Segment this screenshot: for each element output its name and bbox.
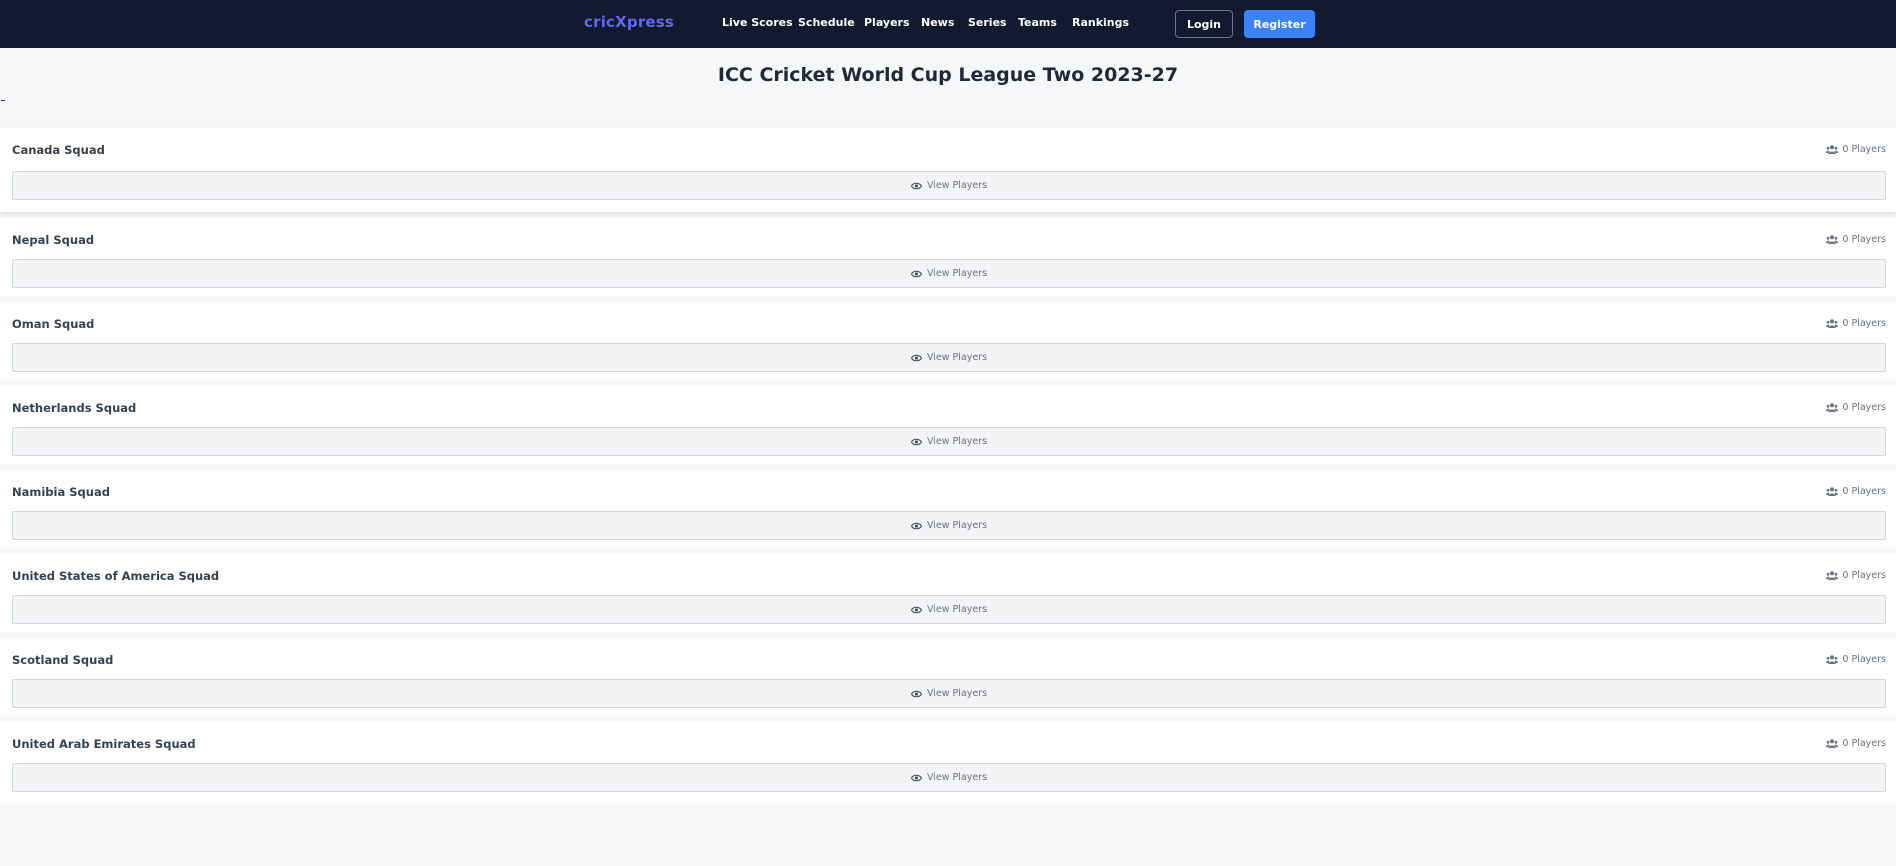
eye-icon — [910, 606, 922, 614]
page-title: ICC Cricket World Cup League Two 2023-27 — [717, 64, 1179, 86]
view-players-button[interactable]: View Players — [12, 679, 1886, 708]
player-count-label: 0 Players — [1842, 234, 1886, 245]
eye-icon — [910, 438, 922, 446]
player-count-label: 0 Players — [1842, 654, 1886, 665]
eye-icon — [910, 774, 922, 782]
player-count-label: 0 Players — [1842, 738, 1886, 749]
player-count: 0 Players — [1826, 570, 1886, 581]
squad-name: United States of America Squad — [12, 569, 220, 583]
users-icon — [1826, 655, 1839, 664]
users-icon — [1826, 571, 1839, 580]
player-count-label: 0 Players — [1842, 570, 1886, 581]
view-players-label: View Players — [926, 772, 988, 783]
view-players-button[interactable]: View Players — [12, 343, 1886, 372]
divider-mark — [1, 100, 5, 101]
squad-name: Nepal Squad — [12, 233, 95, 247]
eye-icon — [910, 354, 922, 362]
player-count: 0 Players — [1826, 144, 1886, 155]
eye-icon — [910, 182, 922, 190]
view-players-label: View Players — [926, 604, 988, 615]
squad-name: United Arab Emirates Squad — [12, 737, 196, 751]
squad-name: Netherlands Squad — [12, 401, 137, 415]
squad-card: Scotland Squad 0 Players View Players — [0, 638, 1896, 716]
player-count: 0 Players — [1826, 738, 1886, 749]
login-button[interactable]: Login — [1175, 10, 1233, 38]
users-icon — [1826, 145, 1839, 154]
view-players-label: View Players — [926, 520, 988, 531]
view-players-button[interactable]: View Players — [12, 259, 1886, 288]
squad-card: Canada Squad 0 Players View Players — [0, 128, 1896, 212]
users-icon — [1826, 319, 1839, 328]
player-count: 0 Players — [1826, 654, 1886, 665]
users-icon — [1826, 235, 1839, 244]
player-count-label: 0 Players — [1842, 318, 1886, 329]
eye-icon — [910, 270, 922, 278]
view-players-label: View Players — [926, 688, 988, 699]
squad-name: Namibia Squad — [12, 485, 110, 499]
squad-card: Nepal Squad 0 Players View Players — [0, 218, 1896, 296]
users-icon — [1826, 487, 1839, 496]
users-icon — [1826, 403, 1839, 412]
nav-link-live-scores[interactable]: Live Scores — [722, 16, 793, 29]
view-players-button[interactable]: View Players — [12, 595, 1886, 624]
nav-link-series[interactable]: Series — [968, 16, 1007, 29]
view-players-button[interactable]: View Players — [12, 511, 1886, 540]
users-icon — [1826, 739, 1839, 748]
player-count-label: 0 Players — [1842, 402, 1886, 413]
player-count-label: 0 Players — [1842, 486, 1886, 497]
view-players-button[interactable]: View Players — [12, 171, 1886, 200]
squad-card: Oman Squad 0 Players View Players — [0, 302, 1896, 380]
squad-card: Namibia Squad 0 Players View Players — [0, 470, 1896, 548]
site-logo[interactable]: cricXpress — [584, 13, 674, 31]
squad-name: Canada Squad — [12, 143, 105, 157]
nav-link-teams[interactable]: Teams — [1018, 16, 1057, 29]
view-players-label: View Players — [926, 180, 988, 191]
view-players-button[interactable]: View Players — [12, 427, 1886, 456]
nav-link-schedule[interactable]: Schedule — [798, 16, 855, 29]
squad-card: United Arab Emirates Squad 0 Players Vie… — [0, 722, 1896, 804]
view-players-label: View Players — [926, 352, 988, 363]
nav-link-rankings[interactable]: Rankings — [1072, 16, 1129, 29]
squad-card: Netherlands Squad 0 Players View Players — [0, 386, 1896, 464]
player-count: 0 Players — [1826, 402, 1886, 413]
view-players-label: View Players — [926, 436, 988, 447]
top-navbar: cricXpress Live Scores Schedule Players … — [0, 0, 1896, 48]
player-count: 0 Players — [1826, 486, 1886, 497]
player-count: 0 Players — [1826, 318, 1886, 329]
view-players-button[interactable]: View Players — [12, 763, 1886, 792]
player-count: 0 Players — [1826, 234, 1886, 245]
squad-card: United States of America Squad 0 Players… — [0, 554, 1896, 632]
nav-link-news[interactable]: News — [921, 16, 954, 29]
player-count-label: 0 Players — [1842, 144, 1886, 155]
view-players-label: View Players — [926, 268, 988, 279]
eye-icon — [910, 690, 922, 698]
eye-icon — [910, 522, 922, 530]
squad-name: Oman Squad — [12, 317, 95, 331]
register-button[interactable]: Register — [1244, 10, 1315, 38]
squad-name: Scotland Squad — [12, 653, 114, 667]
nav-link-players[interactable]: Players — [864, 16, 910, 29]
